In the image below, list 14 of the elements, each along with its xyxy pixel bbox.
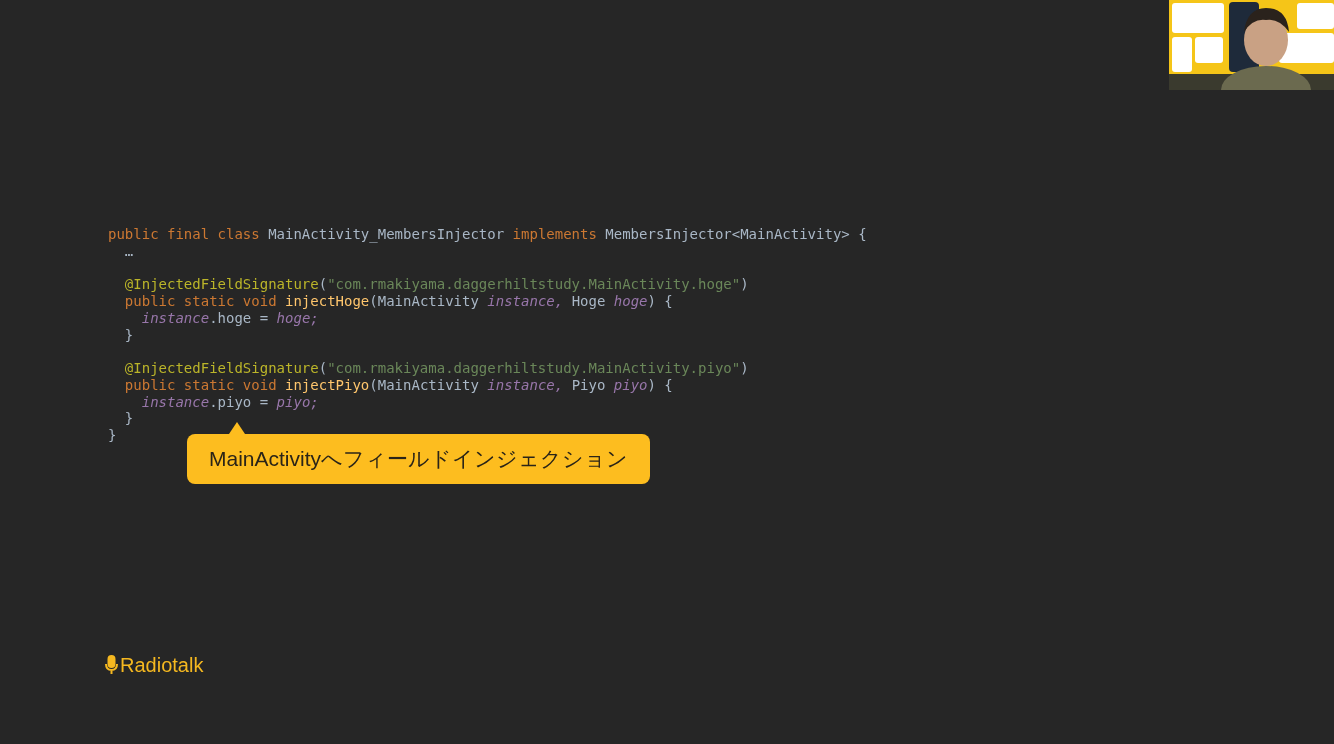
code-line: public static void injectHoge(MainActivity instance, Hoge hoge) { <box>123 293 673 310</box>
code-line: } <box>108 427 117 444</box>
code-line: public static void injectPiyo(MainActivity instance, Piyo piyo) { <box>123 376 673 394</box>
callout: MainActivityへフィールドインジェクション <box>187 434 651 484</box>
code-line: } <box>123 326 134 344</box>
code-line: } <box>123 410 134 427</box>
code-line: public final class MainActivity_MembersInjector implements MembersInjector<MainActivity> { <box>108 226 867 243</box>
code-line: … <box>123 242 134 260</box>
code-line: instance.hoge = hoge; <box>140 309 319 327</box>
code-line: instance.piyo = piyo; <box>140 393 319 411</box>
logo-text: Radiotalk <box>120 655 204 675</box>
code-line: @InjectedFieldSignature("com.rmakiyama.daggerhiltstudy.MainActivity.hoge") <box>123 276 749 293</box>
microphone-icon <box>105 655 118 675</box>
code-line: @InjectedFieldSignature("com.rmakiyama.daggerhiltstudy.MainActivity.piyo") <box>123 360 749 377</box>
